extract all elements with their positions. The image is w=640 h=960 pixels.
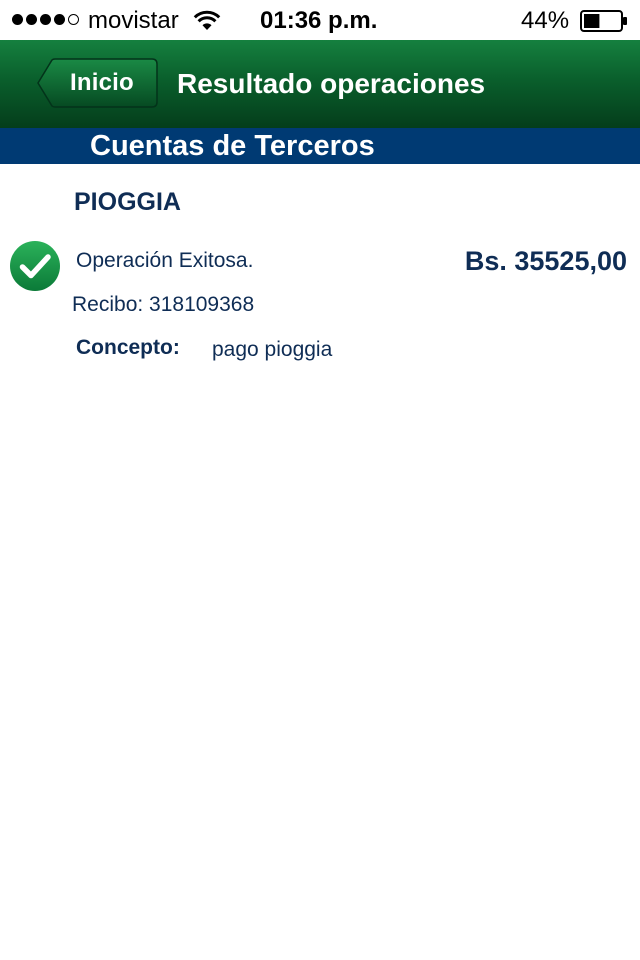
signal-dot: [26, 14, 37, 25]
check-circle-icon: [10, 241, 60, 291]
signal-dot: [68, 14, 79, 25]
operation-amount: Bs. 35525,00: [464, 246, 627, 276]
section-header: Cuentas de Terceros: [0, 128, 640, 164]
signal-dot: [54, 14, 65, 25]
beneficiary-name: PIOGGIA: [74, 188, 181, 216]
status-bar: movistar 01:36 p.m. 44%: [0, 0, 640, 40]
concept-label: Concepto:: [76, 336, 180, 359]
battery-percentage: 44%: [521, 7, 570, 34]
signal-dot: [12, 14, 23, 25]
back-button[interactable]: Inicio: [36, 58, 158, 108]
battery-icon: [580, 10, 627, 32]
status-clock: 01:36 p.m.: [260, 7, 378, 34]
app-screen: movistar 01:36 p.m. 44% Inicio Resultado…: [0, 0, 640, 960]
back-button-label: Inicio: [70, 69, 134, 96]
carrier-name: movistar: [88, 7, 179, 34]
wifi-icon: [193, 10, 221, 30]
receipt-number: Recibo: 318109368: [72, 293, 255, 316]
operation-status: Operación Exitosa.: [76, 249, 254, 272]
section-title: Cuentas de Terceros: [90, 130, 375, 162]
signal-strength-icon: [12, 14, 79, 26]
navigation-bar: Inicio Resultado operaciones: [0, 40, 640, 128]
concept-value: pago pioggia: [212, 338, 333, 361]
signal-dot: [40, 14, 51, 25]
page-title: Resultado operaciones: [177, 68, 486, 99]
